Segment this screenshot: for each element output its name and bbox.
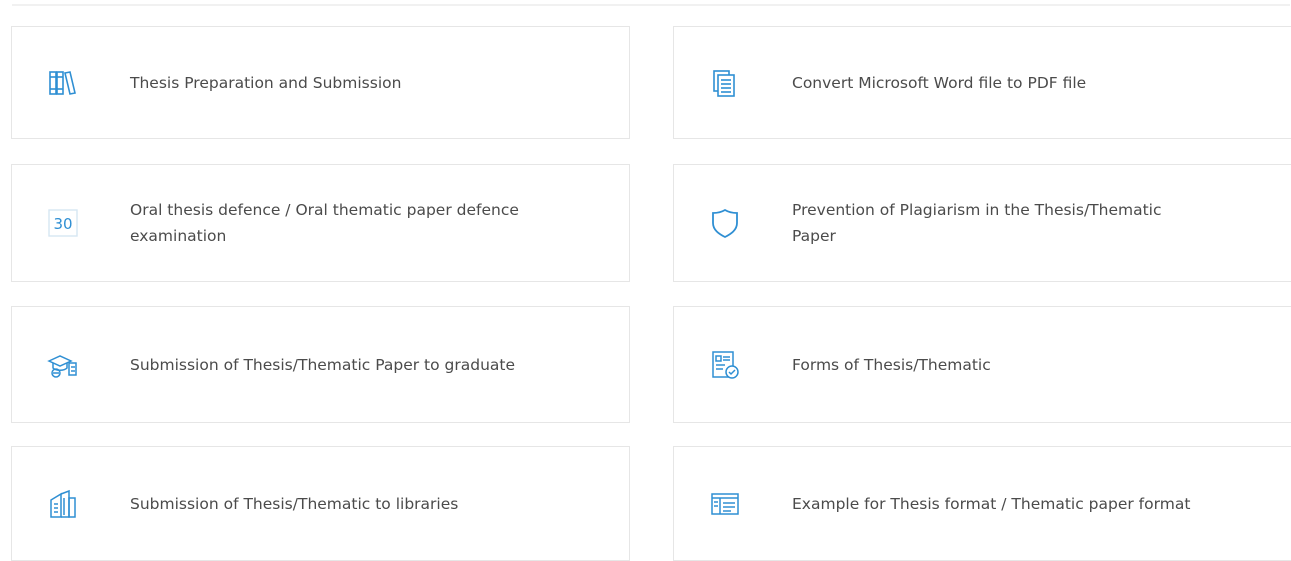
card-convert-word-pdf[interactable]: Convert Microsoft Word file to PDF file bbox=[673, 26, 1291, 139]
card-label: Thesis Preparation and Submission bbox=[130, 73, 402, 92]
library-building-icon bbox=[47, 488, 79, 520]
card-label: Forms of Thesis/Thematic bbox=[792, 355, 991, 374]
card-example-format[interactable]: Example for Thesis format / Thematic pap… bbox=[673, 446, 1291, 561]
card-label: Submission of Thesis/Thematic Paper to g… bbox=[130, 355, 516, 374]
card-submission-graduate[interactable]: Submission of Thesis/Thematic Paper to g… bbox=[11, 306, 630, 423]
documents-icon bbox=[709, 67, 741, 99]
top-divider bbox=[12, 4, 1290, 6]
graduation-cap-icon bbox=[47, 349, 79, 381]
card-label: Example for Thesis format / Thematic pap… bbox=[792, 494, 1191, 513]
card-label: Convert Microsoft Word file to PDF file bbox=[792, 73, 1087, 92]
books-icon bbox=[47, 67, 79, 99]
card-forms[interactable]: Forms of Thesis/Thematic bbox=[673, 306, 1291, 423]
card-oral-defence[interactable]: 30 Oral thesis defence / Oral thematic p… bbox=[11, 164, 630, 282]
shield-icon bbox=[709, 207, 741, 239]
form-check-icon bbox=[709, 349, 741, 381]
card-plagiarism-prevention[interactable]: Prevention of Plagiarism in the Thesis/T… bbox=[673, 164, 1291, 282]
calendar-day-text: 30 bbox=[53, 215, 72, 233]
card-submission-libraries[interactable]: Submission of Thesis/Thematic to librari… bbox=[11, 446, 630, 561]
card-label: Submission of Thesis/Thematic to librari… bbox=[130, 494, 459, 513]
card-label: Oral thesis defence / Oral thematic pape… bbox=[130, 201, 519, 245]
format-layout-icon bbox=[709, 488, 741, 520]
card-thesis-preparation[interactable]: Thesis Preparation and Submission bbox=[11, 26, 630, 139]
calendar-icon: 30 bbox=[47, 207, 79, 239]
card-label: Prevention of Plagiarism in the Thesis/T… bbox=[792, 201, 1162, 245]
